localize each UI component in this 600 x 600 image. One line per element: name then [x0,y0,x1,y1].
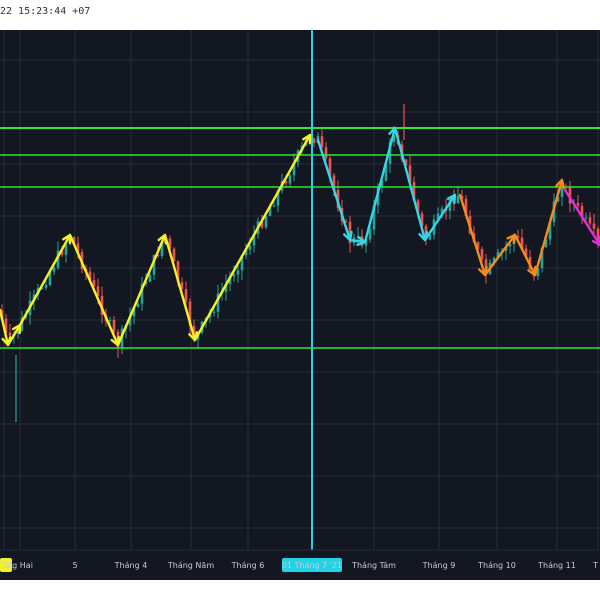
x-tick-label: Tháng 4 [114,561,148,570]
x-tick-label: Tháng 11 [537,561,576,570]
x-tick-label: Tháng 6 [231,561,265,570]
candle-body [588,217,592,224]
candle-body [456,195,460,204]
candle-body [212,311,216,313]
candle-body [584,217,588,219]
x-tick-label: Tháng Năm [167,561,214,570]
timestamp-header: 22 15:23:44 +07 [0,6,91,17]
x-tick-label: T [592,561,598,570]
x-tick-label: Tháng 9 [422,561,456,570]
candle-body [236,270,240,275]
x-tick-label: ng Hai [7,561,33,570]
x-tick-label: Tháng 10 [477,561,516,570]
candle-body [592,223,596,229]
candle-body [320,136,324,148]
candle-body [576,202,580,206]
candle-body [8,332,12,336]
candle-body [272,205,276,207]
candle-body [52,267,56,272]
candle-body [232,274,236,277]
candle-body [108,320,112,322]
chart-svg[interactable]: '21ng Hai 5 Tháng 4 Tháng Năm Tháng 6 01 Thán… [0,30,600,580]
candle-body [148,274,152,282]
candle-body [184,289,188,302]
x-tick-label: 5 [72,561,77,570]
candle-body [480,249,484,260]
candle-body [312,138,316,144]
candle-body [44,284,48,288]
candle-body [112,320,116,332]
x-tick-label: 01 Tháng 7 '21 [282,561,342,570]
x-tick-label: Tháng Tám [351,561,396,570]
price-chart[interactable]: '21 ng Hai 5 Tháng 4 Tháng Năm Tháng 6 01 Thán… [0,30,600,580]
candle-body [324,147,328,159]
candle-body [264,215,268,228]
candle-body [288,175,292,184]
candle-body [248,245,252,250]
candle-body [136,303,140,308]
